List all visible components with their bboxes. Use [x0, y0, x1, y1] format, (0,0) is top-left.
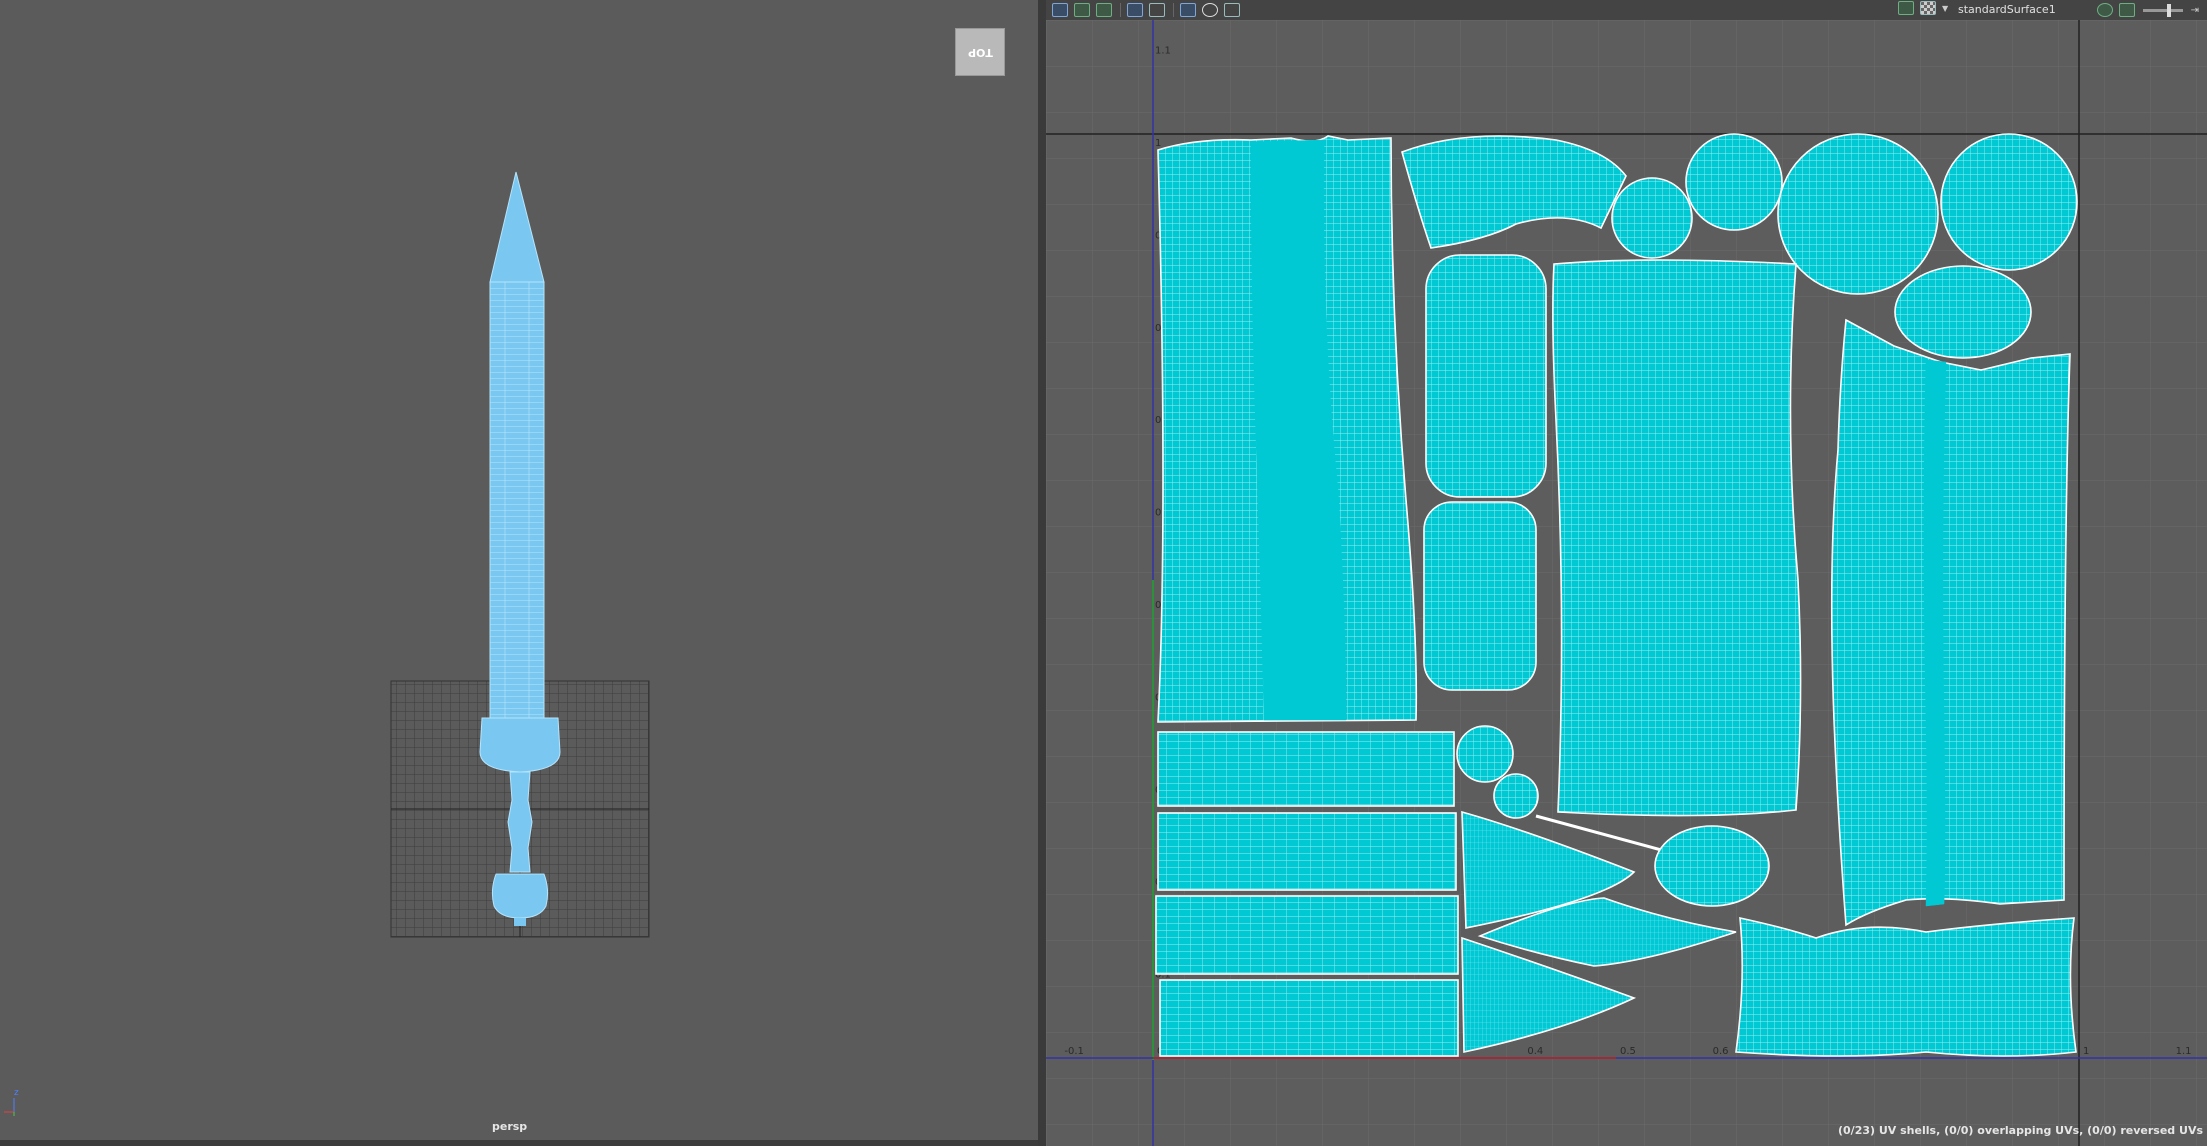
u-tick-label: 1: [2083, 1046, 2089, 1057]
uv-grid-icon[interactable]: [1052, 3, 1068, 17]
image-toggle-icon[interactable]: [2118, 3, 2135, 17]
uv-shell-grip[interactable]: [1552, 259, 1802, 817]
chevron-down-icon[interactable]: ▼: [1942, 4, 1948, 13]
cross-guard: [479, 717, 561, 773]
u-tick-label: 0.6: [1713, 1046, 1729, 1057]
uv-canvas[interactable]: -0.100.10.20.30.40.50.60.70.80.911.1 1.1…: [1046, 20, 2207, 1146]
camera-label: persp: [492, 1120, 528, 1133]
viewport-bottom-bar: [0, 1140, 1038, 1146]
v-tick-label: 1: [1155, 138, 1161, 149]
uv-status-text: (0/23) UV shells, (0/0) overlapping UVs,…: [1838, 1124, 2203, 1137]
uv-shell-ellipse-1[interactable]: [1894, 265, 2032, 359]
sword-mesh-wireframe[interactable]: [0, 0, 1038, 1140]
maya-workspace: TOP z persp ▼ standardSurface1 ⇥ -0.1 0.…: [0, 0, 2207, 1146]
shaded-icon[interactable]: [1202, 3, 1218, 17]
uv-shell-strip-2[interactable]: [1157, 812, 1457, 891]
view-cube-label: TOP: [967, 45, 993, 59]
slider-handle[interactable]: [2166, 3, 2171, 17]
uv-tile-icon[interactable]: [1149, 3, 1165, 17]
toolbar-divider: [1120, 3, 1121, 17]
uv-shell-circle-1[interactable]: [1611, 177, 1693, 259]
uv-shell-strip-4[interactable]: [1159, 979, 1459, 1057]
perspective-viewport[interactable]: TOP z persp: [0, 0, 1038, 1140]
uv-shell-blade-right[interactable]: [1830, 318, 2071, 927]
pommel: [491, 873, 549, 919]
checker-icon[interactable]: [1920, 1, 1936, 15]
grid-display-icon[interactable]: [1180, 3, 1196, 17]
panel-splitter[interactable]: [1038, 0, 1046, 1146]
v-tick-label: 1.1: [1155, 46, 1171, 57]
uv-shell-circle-6[interactable]: [1493, 773, 1539, 819]
uv-image-icon[interactable]: [1096, 3, 1112, 17]
u-tick-label: 0.4: [1527, 1046, 1543, 1057]
uv-shell-ellipse-2[interactable]: [1654, 825, 1770, 907]
toolbar-divider: [1173, 3, 1174, 17]
blade-tip: [489, 171, 545, 283]
texture-icon[interactable]: [1898, 1, 1914, 15]
uv-shell-pad-1[interactable]: [1425, 254, 1547, 498]
uv-shell-circle-2[interactable]: [1685, 133, 1783, 231]
uv-editor-panel[interactable]: ▼ standardSurface1 ⇥ -0.1 0.4 0.5 0.6 1 …: [1046, 0, 2207, 1146]
uv-frame-icon[interactable]: [1127, 3, 1143, 17]
opacity-slider[interactable]: [2142, 3, 2183, 17]
uv-shell-icon[interactable]: [1074, 3, 1090, 17]
u-tick-label: 1.1: [2176, 1046, 2192, 1057]
uv-shell-strip-1[interactable]: [1157, 731, 1455, 807]
toolbar-right: ⇥: [2091, 3, 2199, 17]
uv-shell-pad-2[interactable]: [1423, 501, 1537, 691]
uv-sync-icon[interactable]: [2096, 3, 2113, 17]
axis-label-z: z: [14, 1088, 19, 1098]
grip: [507, 771, 533, 873]
uv-shell-strip-3[interactable]: [1155, 895, 1459, 975]
view-cube[interactable]: TOP: [955, 28, 1005, 76]
uv-shell-circle-4[interactable]: [1940, 133, 2078, 271]
uv-shell-circle-5[interactable]: [1456, 725, 1514, 783]
u-tick-label: 0.5: [1620, 1046, 1636, 1057]
expand-icon[interactable]: ⇥: [2191, 5, 2199, 16]
uv-shell-pommel[interactable]: [1735, 916, 2077, 1057]
material-name[interactable]: standardSurface1: [1958, 3, 2056, 16]
snapshot-icon[interactable]: [1224, 3, 1240, 17]
blade: [489, 281, 545, 721]
u-tick-label: -0.1: [1064, 1046, 1084, 1057]
uv-shell-circle-3[interactable]: [1777, 133, 1939, 295]
